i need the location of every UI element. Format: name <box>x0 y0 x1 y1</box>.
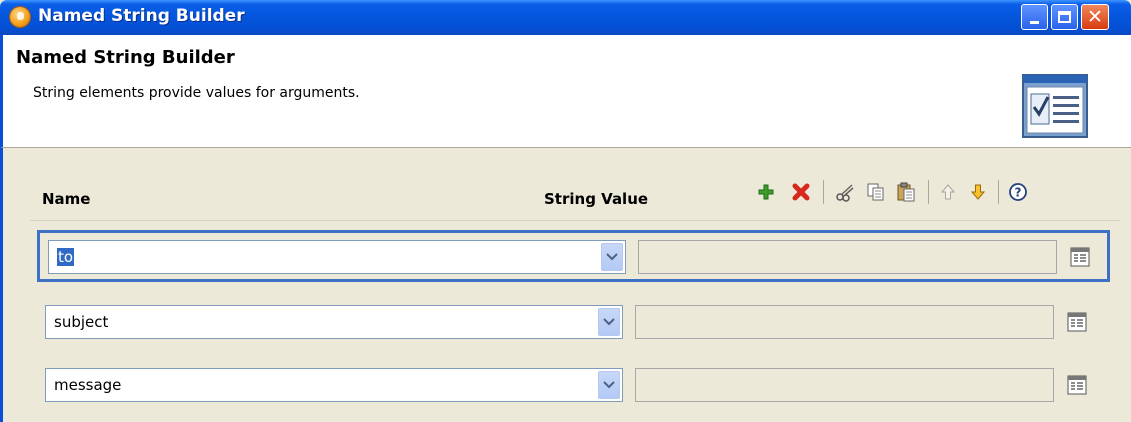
minimize-icon <box>1030 20 1039 24</box>
move-down-icon <box>970 184 986 200</box>
name-value[interactable]: message <box>54 376 121 394</box>
paste-button[interactable] <box>894 178 918 206</box>
string-value-field[interactable] <box>635 368 1054 402</box>
add-button[interactable] <box>754 178 778 206</box>
dropdown-button[interactable] <box>598 371 620 399</box>
toolbar-separator <box>928 180 929 204</box>
paste-icon <box>897 182 915 202</box>
move-up-icon <box>940 184 956 200</box>
list-item[interactable]: message <box>37 361 1110 413</box>
minimize-button[interactable] <box>1021 4 1048 30</box>
copy-button[interactable] <box>864 178 888 206</box>
toolbar-separator <box>998 180 999 204</box>
copy-icon <box>867 183 884 201</box>
maximize-icon <box>1058 11 1071 23</box>
chevron-down-icon <box>603 381 615 389</box>
edit-string-icon[interactable] <box>1067 312 1087 332</box>
string-value-field[interactable] <box>635 305 1054 339</box>
header-divider <box>30 220 1120 221</box>
header-title: Named String Builder <box>16 47 235 68</box>
app-icon <box>10 7 30 27</box>
help-icon: ? <box>1009 183 1027 201</box>
edit-string-icon[interactable] <box>1067 375 1087 395</box>
checklist-icon <box>1022 74 1088 138</box>
title-bar: Named String Builder ✕ <box>0 0 1131 35</box>
cut-icon <box>836 184 854 202</box>
move-up-button[interactable] <box>936 178 960 206</box>
move-down-button[interactable] <box>966 178 990 206</box>
column-header-name: Name <box>42 190 91 208</box>
header-description: String elements provide values for argum… <box>33 85 360 101</box>
column-header-string-value: String Value <box>544 190 649 208</box>
chevron-down-icon <box>603 318 615 326</box>
help-button[interactable]: ? <box>1006 178 1030 206</box>
name-combo[interactable]: message <box>45 368 623 402</box>
cut-button[interactable] <box>833 178 857 206</box>
add-icon <box>758 184 774 200</box>
delete-button[interactable] <box>789 178 813 206</box>
svg-text:?: ? <box>1015 186 1022 200</box>
list-item[interactable]: subject <box>37 298 1110 350</box>
list-item[interactable]: to <box>37 230 1110 282</box>
close-button[interactable]: ✕ <box>1081 4 1109 30</box>
toolbar-separator <box>823 180 824 204</box>
name-value[interactable]: subject <box>54 313 108 331</box>
string-value-field[interactable] <box>638 240 1057 274</box>
dropdown-button[interactable] <box>601 243 623 271</box>
dropdown-button[interactable] <box>598 308 620 336</box>
close-icon: ✕ <box>1087 5 1103 28</box>
name-value[interactable]: to <box>57 248 75 266</box>
window-title: Named String Builder <box>38 6 245 26</box>
chevron-down-icon <box>606 253 618 261</box>
name-combo[interactable]: subject <box>45 305 623 339</box>
delete-icon <box>792 183 810 201</box>
edit-string-icon[interactable] <box>1070 247 1090 267</box>
maximize-button[interactable] <box>1051 4 1078 30</box>
name-combo[interactable]: to <box>48 240 626 274</box>
dialog-header: Named String Builder String elements pro… <box>0 35 1131 147</box>
